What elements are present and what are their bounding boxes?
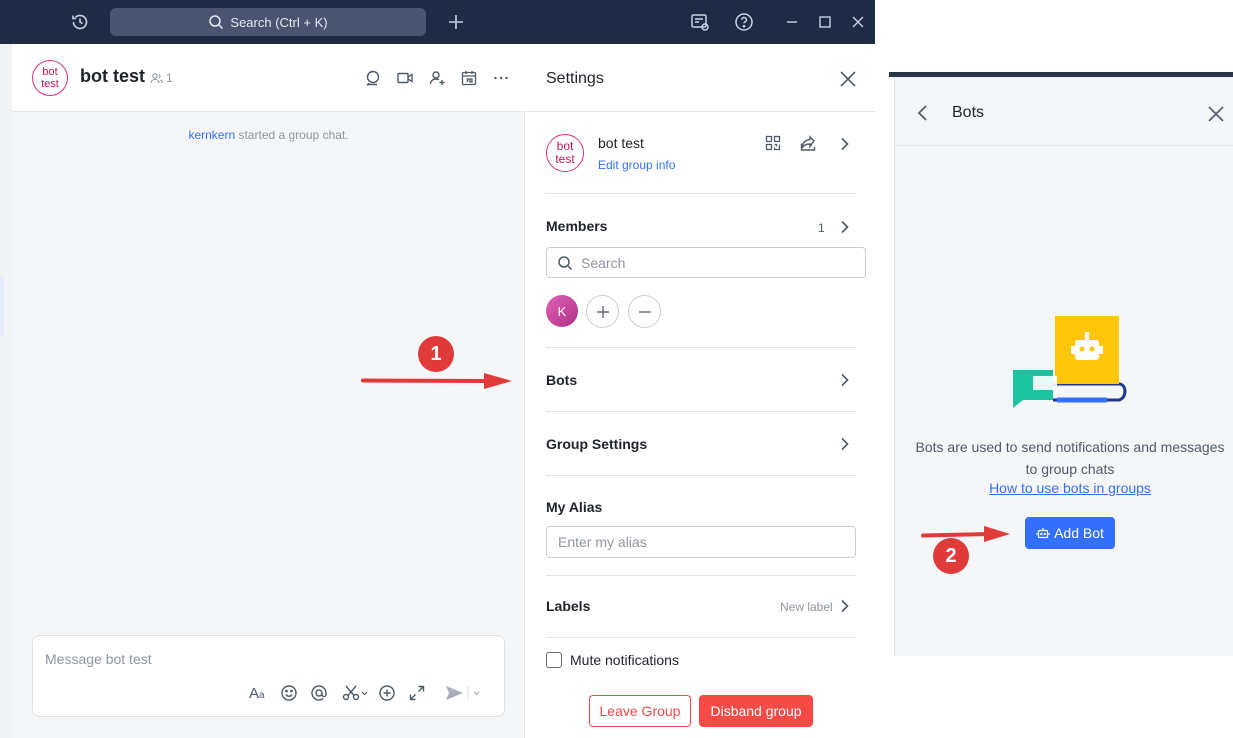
close-icon[interactable] [846,10,870,34]
member-count-value: 1 [166,71,173,85]
bots-label[interactable]: Bots [546,372,577,388]
help-icon[interactable] [732,10,756,34]
divider [546,575,856,576]
global-search-bar[interactable]: Search (Ctrl + K) [110,8,426,36]
emoji-icon[interactable] [278,682,300,704]
text-format-icon[interactable]: Aa [248,682,270,704]
system-message-text: started a group chat. [235,128,349,142]
bots-description: Bots are used to send notifications and … [915,439,1225,477]
member-avatar[interactable]: K [546,295,578,327]
bots-panel-border [889,77,895,656]
members-chevron-icon[interactable] [836,219,852,235]
divider [546,347,856,348]
title-bar: Search (Ctrl + K) [0,0,875,44]
edit-group-info-link[interactable]: Edit group info [598,158,675,172]
minus-icon [637,304,653,320]
sidebar-active-marker [0,276,4,336]
group-settings-label[interactable]: Group Settings [546,436,647,452]
system-message: kernkern started a group chat. [12,128,525,142]
search-placeholder: Search (Ctrl + K) [230,14,328,30]
chat-title[interactable]: bot test [80,66,145,87]
divider [546,475,856,476]
history-icon[interactable] [68,10,92,34]
alias-input[interactable]: Enter my alias [546,526,856,558]
qr-code-icon[interactable] [764,134,784,154]
divider [546,193,856,194]
svg-text:A: A [249,685,259,702]
group-avatar-text: bot test [41,66,59,90]
members-label: Members [546,218,608,234]
back-chevron-icon[interactable] [913,103,933,123]
sidebar-strip [0,44,12,738]
calendar-icon[interactable] [457,66,481,90]
annotation-arrow-1 [361,373,512,389]
disband-group-button[interactable]: Disband group [699,695,813,727]
settings-divider-top [526,111,875,112]
how-to-use-bots-link[interactable]: How to use bots in groups [911,480,1229,496]
maximize-icon[interactable] [813,10,837,34]
settings-group-avatar-text: bot test [555,139,575,166]
remove-member-button[interactable] [628,295,661,328]
settings-group-name: bot test [598,135,644,151]
svg-text:a: a [259,690,265,701]
plus-icon [595,304,611,320]
notifications-panel-icon[interactable] [688,10,712,34]
system-message-user[interactable]: kernkern [188,128,235,142]
mute-notifications-label[interactable]: Mute notifications [570,652,679,668]
search-icon [557,255,573,271]
new-label-link[interactable]: New label [780,600,833,614]
video-call-icon[interactable] [393,66,417,90]
more-icon[interactable] [489,66,513,90]
robot-chat-illustration [1011,314,1131,414]
settings-close-icon[interactable] [837,68,859,90]
members-icon [150,72,163,85]
members-search-input[interactable]: Search [546,247,866,278]
leave-group-button[interactable]: Leave Group [589,695,691,727]
bots-chevron-icon[interactable] [836,372,852,388]
member-count[interactable]: 1 [150,71,173,85]
bots-title: Bots [952,104,985,121]
screenshot-icon[interactable] [339,682,371,704]
settings-group-avatar[interactable]: bot test [546,134,584,172]
labels-label: Labels [546,598,591,614]
add-member-icon[interactable] [425,66,449,90]
plus-icon[interactable] [444,10,468,34]
bots-close-icon[interactable] [1205,103,1227,125]
expand-icon[interactable] [406,682,428,704]
chat-search-icon[interactable] [361,66,385,90]
composer-placeholder: Message bot test [45,651,152,667]
message-composer[interactable]: Message bot test Aa [32,635,505,717]
settings-panel: Settings bot test bot test Edit group in… [526,44,875,738]
bot-icon [1036,526,1050,540]
annotation-arrow-2 [921,526,1010,542]
annotation-badge-2: 2 [933,538,969,574]
annotation-badge-1: 1 [418,336,454,372]
add-icon[interactable] [376,682,398,704]
minimize-icon[interactable] [780,10,804,34]
add-bot-button[interactable]: Add Bot [1025,517,1115,549]
members-count: 1 [818,221,825,235]
group-avatar[interactable]: bot test [32,60,68,96]
alias-label: My Alias [546,499,603,515]
add-bot-label: Add Bot [1054,525,1104,541]
chat-header: bot test bot test 1 [12,44,525,112]
mention-icon[interactable] [308,682,330,704]
search-icon [208,14,224,30]
settings-title: Settings [546,70,604,87]
add-member-button[interactable] [586,295,619,328]
labels-chevron-icon[interactable] [836,598,852,614]
group-info-chevron-icon[interactable] [836,136,852,152]
share-icon[interactable] [799,134,819,154]
members-search-placeholder: Search [581,254,626,271]
divider [546,411,856,412]
send-icon[interactable] [444,682,484,704]
group-settings-chevron-icon[interactable] [836,436,852,452]
bots-header: Bots [895,77,1233,146]
divider [546,637,856,638]
mute-notifications-checkbox[interactable] [546,652,562,668]
